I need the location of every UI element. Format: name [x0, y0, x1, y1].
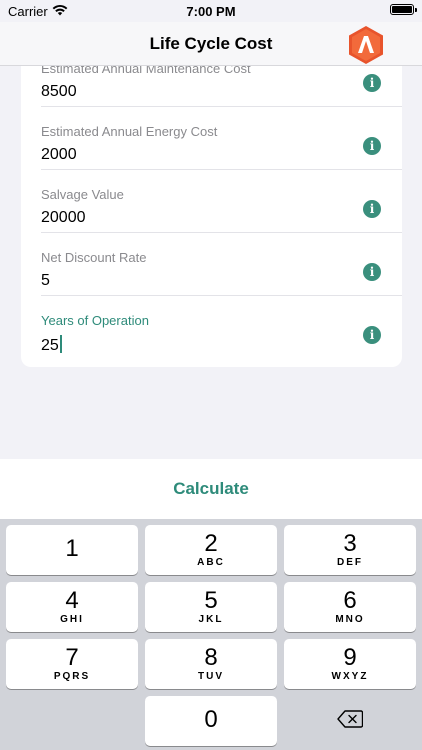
field-years-of-operation[interactable]: Years of Operation 25 i [41, 296, 402, 359]
key-letters: MNO [335, 614, 365, 625]
field-maintenance-cost[interactable]: Estimated Annual Maintenance Cost 8500 i [41, 66, 402, 107]
key-digit: 1 [65, 535, 79, 562]
backspace-icon [337, 709, 364, 733]
field-label: Estimated Annual Energy Cost [41, 124, 218, 139]
key-letters: DEF [337, 557, 363, 568]
text-cursor [59, 335, 62, 353]
key-letters: PQRS [53, 671, 91, 682]
info-icon[interactable]: i [363, 263, 381, 281]
field-label: Years of Operation [41, 313, 149, 328]
key-digit: 0 [204, 706, 218, 733]
field-label: Salvage Value [41, 187, 124, 202]
nav-bar: Life Cycle Cost [0, 22, 422, 66]
key-9[interactable]: 9 WXYZ [284, 639, 416, 689]
key-6[interactable]: 6 MNO [284, 582, 416, 632]
key-digit: 3 [343, 530, 357, 557]
key-letters: ABC [197, 557, 225, 568]
key-4[interactable]: 4 GHI [6, 582, 138, 632]
cost-form-card: Estimated Annual Maintenance Cost 8500 i… [21, 66, 402, 367]
salvage-value-input[interactable]: 20000 [41, 209, 86, 227]
key-digit: 7 [65, 644, 79, 671]
status-bar: Carrier 7:00 PM [0, 0, 422, 22]
key-letters: GHI [60, 614, 84, 625]
key-1[interactable]: 1 [6, 525, 138, 575]
key-digit: 2 [204, 530, 218, 557]
key-letters: TUV [198, 671, 224, 682]
maintenance-cost-input[interactable]: 8500 [41, 83, 77, 101]
battery-icon [390, 4, 417, 15]
info-icon[interactable]: i [363, 74, 381, 92]
key-letters: JKL [198, 614, 224, 625]
key-0[interactable]: 0 [145, 696, 277, 746]
key-7[interactable]: 7 PQRS [6, 639, 138, 689]
field-label: Net Discount Rate [41, 250, 147, 265]
info-icon[interactable]: i [363, 200, 381, 218]
calculate-bar: Calculate [0, 459, 422, 519]
info-icon[interactable]: i [363, 137, 381, 155]
info-icon[interactable]: i [363, 326, 381, 344]
app-logo-icon[interactable] [346, 25, 386, 65]
field-value-text: 25 [41, 337, 59, 354]
field-label: Estimated Annual Maintenance Cost [41, 66, 251, 76]
key-8[interactable]: 8 TUV [145, 639, 277, 689]
field-energy-cost[interactable]: Estimated Annual Energy Cost 2000 i [41, 107, 402, 170]
calculate-button[interactable]: Calculate [173, 479, 249, 499]
page-title: Life Cycle Cost [149, 33, 273, 53]
key-digit: 8 [204, 644, 218, 671]
key-letters: WXYZ [331, 671, 369, 682]
key-digit: 6 [343, 587, 357, 614]
field-discount-rate[interactable]: Net Discount Rate 5 i [41, 233, 402, 296]
delete-key[interactable] [284, 696, 416, 746]
key-digit: 9 [343, 644, 357, 671]
key-digit: 4 [65, 587, 79, 614]
key-digit: 5 [204, 587, 218, 614]
key-2[interactable]: 2 ABC [145, 525, 277, 575]
discount-rate-input[interactable]: 5 [41, 272, 50, 290]
field-salvage-value[interactable]: Salvage Value 20000 i [41, 170, 402, 233]
years-of-operation-input[interactable]: 25 [41, 335, 62, 355]
key-5[interactable]: 5 JKL [145, 582, 277, 632]
numeric-keypad: 1 2 ABC 3 DEF 4 GHI 5 JKL 6 MNO 7 PQRS 8… [0, 519, 422, 750]
status-time: 7:00 PM [186, 4, 236, 19]
key-3[interactable]: 3 DEF [284, 525, 416, 575]
energy-cost-input[interactable]: 2000 [41, 146, 77, 164]
